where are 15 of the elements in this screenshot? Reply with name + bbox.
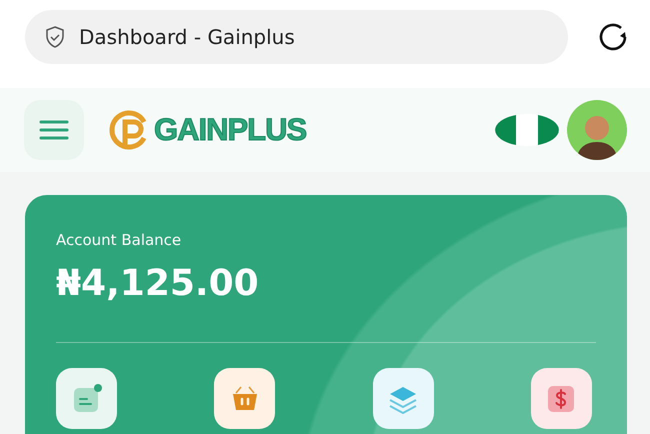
address-bar[interactable]: Dashboard - Gainplus	[25, 10, 568, 64]
dollar-icon	[546, 384, 576, 414]
action-button[interactable]	[56, 368, 117, 429]
balance-label: Account Balance	[56, 231, 182, 249]
action-button[interactable]	[214, 368, 276, 429]
flag-icon[interactable]	[495, 114, 559, 146]
menu-button[interactable]	[24, 100, 84, 160]
balance-amount: ₦4,125.00	[56, 263, 260, 304]
menu-icon	[39, 119, 69, 141]
shield-icon	[45, 26, 65, 48]
note-icon	[72, 384, 102, 414]
logo-text: GAINPLUS	[154, 112, 306, 148]
action-button[interactable]	[372, 368, 434, 429]
page-title: Dashboard - Gainplus	[79, 25, 295, 49]
action-button[interactable]	[530, 368, 592, 429]
